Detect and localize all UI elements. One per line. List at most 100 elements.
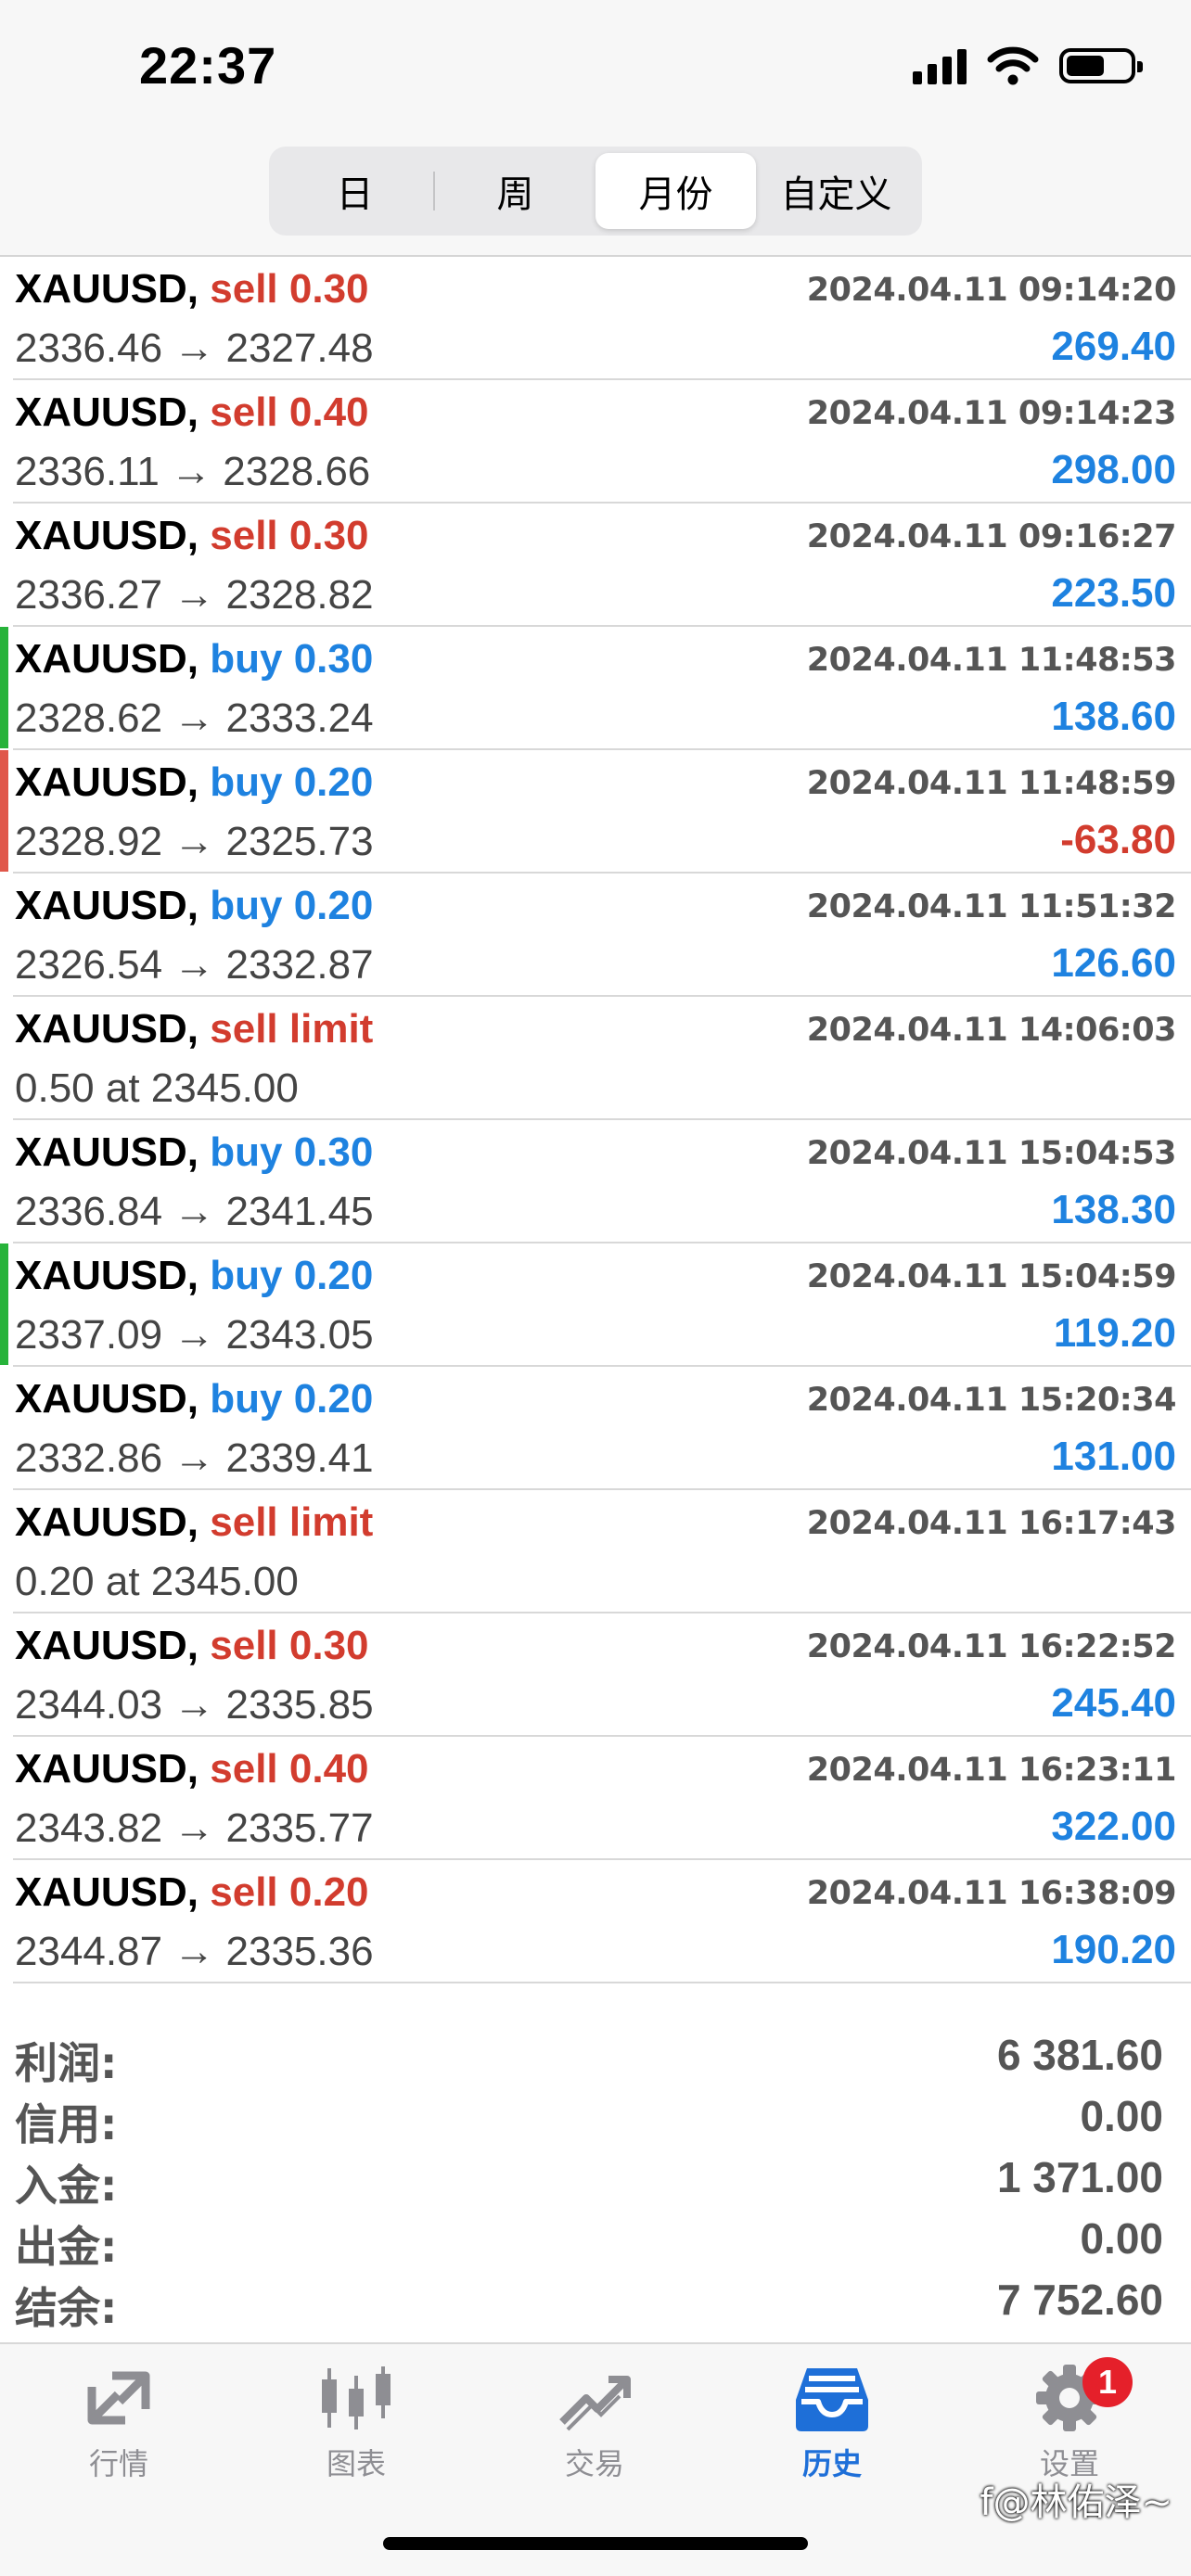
summary-row-withdrawal: 出金: 0.00	[13, 2208, 1178, 2272]
history-inbox-icon	[796, 2368, 868, 2431]
tab-quotes[interactable]: 行情	[26, 2363, 211, 2483]
trade-symbol: XAUUSD,	[15, 1006, 199, 1052]
trade-row[interactable]: XAUUSD, sell 0.30 2024.04.11 09:14:20 23…	[13, 257, 1191, 380]
trade-title: XAUUSD, sell limit	[15, 1499, 373, 1546]
trade-profit: -63.80	[1060, 817, 1176, 862]
trade-row[interactable]: XAUUSD, buy 0.20 2024.04.11 11:51:32 232…	[13, 874, 1191, 997]
summary-label: 利润:	[15, 2038, 118, 2088]
trade-side: sell 0.30	[210, 1623, 369, 1668]
trade-prices: 0.20 at 2345.00	[15, 1559, 299, 1604]
status-time: 22:37	[139, 36, 277, 95]
trade-title: XAUUSD, sell 0.30	[15, 1623, 369, 1669]
trade-row[interactable]: XAUUSD, sell 0.20 2024.04.11 16:38:09 23…	[13, 1860, 1191, 1983]
trade-datetime: 2024.04.11 09:14:23	[806, 395, 1177, 432]
trade-side: buy 0.20	[210, 1253, 374, 1298]
trade-row[interactable]: XAUUSD, buy 0.30 2024.04.11 11:48:53 232…	[0, 627, 1191, 750]
trade-row[interactable]: XAUUSD, sell 0.40 2024.04.11 09:14:23 23…	[13, 380, 1191, 504]
trade-symbol: XAUUSD,	[15, 1623, 199, 1668]
tab-week[interactable]: 周	[435, 153, 596, 229]
trade-profit: 223.50	[1051, 570, 1176, 616]
trade-title: XAUUSD, sell limit	[15, 1006, 373, 1052]
trade-profit: 298.00	[1051, 447, 1176, 492]
trade-datetime: 2024.04.11 09:16:27	[806, 518, 1177, 555]
trade-prices: 2328.62 → 2333.24	[15, 695, 374, 741]
summary-label: 入金:	[15, 2161, 118, 2211]
row-status-stripe	[0, 380, 8, 502]
period-segmented-control: 日 周 月份 自定义	[269, 147, 922, 236]
trade-side: sell 0.30	[210, 266, 369, 312]
candlestick-chart-icon	[322, 2366, 391, 2429]
battery-icon	[1059, 48, 1143, 83]
trade-side: buy 0.20	[210, 883, 374, 928]
trade-title: XAUUSD, sell 0.30	[15, 513, 369, 559]
trade-profit: 131.00	[1051, 1434, 1176, 1479]
row-status-stripe	[0, 1737, 8, 1858]
trade-row[interactable]: XAUUSD, sell 0.40 2024.04.11 16:23:11 23…	[13, 1737, 1191, 1860]
trade-side: buy 0.30	[210, 636, 374, 682]
home-indicator[interactable]	[383, 2537, 808, 2550]
status-bar: 22:37	[0, 0, 1191, 139]
quotes-arrows-icon	[87, 2371, 150, 2425]
summary-value: 6 381.60	[996, 2031, 1163, 2079]
tab-trade[interactable]: 交易	[502, 2363, 687, 2483]
summary-value: 7 752.60	[996, 2276, 1163, 2324]
summary-row-credit: 信用: 0.00	[13, 2085, 1178, 2149]
tab-history[interactable]: 历史	[739, 2363, 925, 2483]
tab-label: 历史	[801, 2446, 862, 2481]
summary-label: 结余:	[15, 2283, 118, 2333]
cellular-signal-icon	[913, 47, 967, 84]
trade-row[interactable]: XAUUSD, sell 0.30 2024.04.11 16:22:52 23…	[13, 1613, 1191, 1737]
trade-prices: 0.50 at 2345.00	[15, 1065, 299, 1111]
summary-label: 信用:	[15, 2099, 118, 2149]
trade-side: sell 0.20	[210, 1869, 369, 1915]
trade-side: sell 0.40	[210, 1746, 369, 1792]
trade-prices: 2328.92 → 2325.73	[15, 819, 374, 864]
trade-datetime: 2024.04.11 16:17:43	[806, 1505, 1177, 1542]
tab-settings[interactable]: 1 设置	[977, 2357, 1162, 2483]
trade-trend-icon	[559, 2376, 631, 2431]
row-status-stripe	[0, 504, 8, 625]
summary-value: 0.00	[1080, 2214, 1163, 2263]
row-status-stripe	[0, 874, 8, 995]
tab-label: 行情	[88, 2446, 148, 2481]
trade-prices: 2337.09 → 2343.05	[15, 1312, 374, 1358]
trade-title: XAUUSD, sell 0.30	[15, 266, 369, 312]
trade-title: XAUUSD, buy 0.30	[15, 1129, 373, 1176]
tab-chart[interactable]: 图表	[263, 2363, 449, 2483]
trade-title: XAUUSD, buy 0.20	[15, 1376, 373, 1422]
trade-profit: 245.40	[1051, 1680, 1176, 1726]
trade-row[interactable]: XAUUSD, buy 0.20 2024.04.11 11:48:59 232…	[0, 750, 1191, 874]
notification-badge: 1	[1082, 2357, 1133, 2407]
trade-row[interactable]: XAUUSD, sell limit 2024.04.11 16:17:43 0…	[13, 1490, 1191, 1613]
row-status-stripe	[0, 1613, 8, 1735]
summary-row-balance: 结余: 7 752.60	[13, 2269, 1178, 2333]
tab-label: 图表	[326, 2446, 386, 2481]
row-status-stripe	[0, 1367, 8, 1488]
trade-symbol: XAUUSD,	[15, 1129, 199, 1175]
trade-prices: 2336.84 → 2341.45	[15, 1189, 374, 1234]
trade-row[interactable]: XAUUSD, buy 0.20 2024.04.11 15:04:59 233…	[0, 1243, 1191, 1367]
trade-prices: 2336.46 → 2327.48	[15, 325, 374, 371]
trade-title: XAUUSD, buy 0.20	[15, 759, 373, 806]
trade-side: buy 0.20	[210, 1376, 374, 1422]
trade-row[interactable]: XAUUSD, sell 0.30 2024.04.11 09:16:27 23…	[13, 504, 1191, 627]
trade-row[interactable]: XAUUSD, buy 0.20 2024.04.11 15:20:34 233…	[13, 1367, 1191, 1490]
trade-title: XAUUSD, sell 0.20	[15, 1869, 369, 1916]
tab-day[interactable]: 日	[275, 153, 435, 229]
trade-prices: 2336.11 → 2328.66	[15, 449, 371, 494]
tab-month[interactable]: 月份	[596, 153, 756, 229]
trade-row[interactable]: XAUUSD, buy 0.30 2024.04.11 15:04:53 233…	[13, 1120, 1191, 1243]
trade-datetime: 2024.04.11 15:20:34	[806, 1382, 1177, 1419]
trade-side: buy 0.20	[210, 759, 374, 805]
trade-datetime: 2024.04.11 11:48:53	[806, 642, 1177, 679]
trade-title: XAUUSD, sell 0.40	[15, 1746, 369, 1792]
trade-row[interactable]: XAUUSD, sell limit 2024.04.11 14:06:03 0…	[13, 997, 1191, 1120]
tab-custom[interactable]: 自定义	[756, 153, 916, 229]
account-summary: 利润: 6 381.60 信用: 0.00 入金: 1 371.00 出金: 0…	[13, 2024, 1178, 2333]
trade-datetime: 2024.04.11 16:38:09	[806, 1875, 1177, 1912]
trade-symbol: XAUUSD,	[15, 266, 199, 312]
trade-side: sell 0.30	[210, 513, 369, 558]
row-status-stripe	[0, 750, 8, 872]
trade-profit: 126.60	[1051, 940, 1176, 986]
trade-symbol: XAUUSD,	[15, 513, 199, 558]
